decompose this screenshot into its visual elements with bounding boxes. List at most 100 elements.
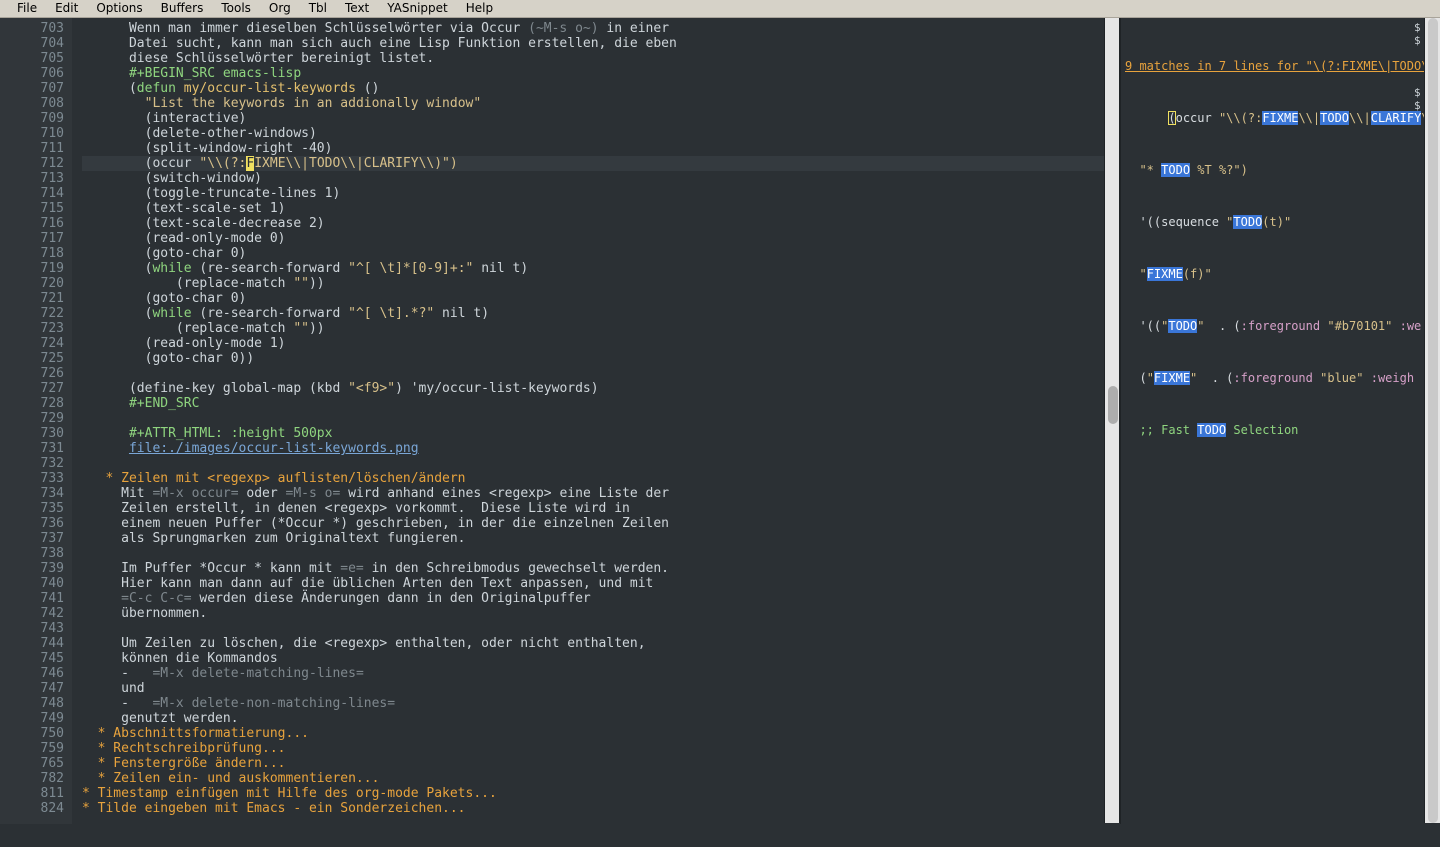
code-line[interactable]: file:./images/occur-list-keywords.png [82, 441, 1120, 456]
code-line[interactable]: * Fenstergröße ändern... [82, 756, 1120, 771]
code-line[interactable]: #+END_SRC [82, 396, 1120, 411]
line-number: 708 [0, 96, 64, 111]
code-line[interactable]: (goto-char 0)) [82, 351, 1120, 366]
code-line[interactable]: (read-only-mode 1) [82, 336, 1120, 351]
code-line[interactable]: (goto-char 0) [82, 246, 1120, 261]
code-line[interactable]: (read-only-mode 0) [82, 231, 1120, 246]
code-line[interactable] [82, 546, 1120, 561]
occur-match-line[interactable]: "FIXME(f)" [1125, 268, 1440, 281]
occur-match-line[interactable]: ("FIXME" . (:foreground "blue" :weigh [1125, 372, 1440, 385]
line-number: 748 [0, 696, 64, 711]
menu-item-org[interactable]: Org [260, 0, 300, 17]
line-number: 782 [0, 771, 64, 786]
line-number: 709 [0, 111, 64, 126]
code-line[interactable]: (defun my/occur-list-keywords () [82, 81, 1120, 96]
menu-item-tbl[interactable]: Tbl [300, 0, 336, 17]
line-number: 727 [0, 381, 64, 396]
occur-cursor: ( [1168, 111, 1175, 125]
code-line[interactable]: * Zeilen mit <regexp> auflisten/löschen/… [82, 471, 1120, 486]
line-number: 714 [0, 186, 64, 201]
occur-header-text: 9 matches in 7 lines for "\(?:FIXME\|TOD… [1125, 59, 1428, 73]
code-line[interactable]: und [82, 681, 1120, 696]
code-line[interactable]: (split-window-right -40) [82, 141, 1120, 156]
code-line[interactable]: diese Schlüsselwörter bereinigt listet. [82, 51, 1120, 66]
code-line[interactable]: (replace-match "")) [82, 276, 1120, 291]
code-line[interactable]: (occur "\\(?:FIXME\\|TODO\\|CLARIFY\\)") [82, 156, 1108, 171]
code-line[interactable] [82, 366, 1120, 381]
line-number: 707 [0, 81, 64, 96]
code-line[interactable]: (delete-other-windows) [82, 126, 1120, 141]
code-line[interactable] [82, 456, 1120, 471]
menu-item-tools[interactable]: Tools [212, 0, 260, 17]
occur-match-line[interactable]: (occur "\\(?:FIXME\\|TODO\\|CLARIFY\\ [1125, 112, 1440, 125]
line-number: 746 [0, 666, 64, 681]
line-number: 741 [0, 591, 64, 606]
line-number: 705 [0, 51, 64, 66]
line-number: 738 [0, 546, 64, 561]
code-line[interactable]: (define-key global-map (kbd "<f9>") 'my/… [82, 381, 1120, 396]
code-line[interactable]: Zeilen erstellt, in denen <regexp> vorko… [82, 501, 1120, 516]
menu-item-yasnippet[interactable]: YASnippet [378, 0, 457, 17]
line-number: 749 [0, 711, 64, 726]
scrollbar-main[interactable] [1104, 18, 1120, 823]
code-line[interactable]: (text-scale-decrease 2) [82, 216, 1120, 231]
code-line[interactable]: (goto-char 0) [82, 291, 1120, 306]
buffer-occur[interactable]: 9 matches in 7 lines for "\(?:FIXME\|TOD… [1121, 18, 1440, 829]
code-line[interactable]: Mit =M-x occur= oder =M-s o= wird anhand… [82, 486, 1120, 501]
code-line[interactable]: (interactive) [82, 111, 1120, 126]
code-text-area[interactable]: Wenn man immer dieselben Schlüsselwörter… [82, 18, 1120, 829]
code-line[interactable]: Im Puffer *Occur * kann mit =e= in den S… [82, 561, 1120, 576]
occur-match-line[interactable]: ;; Fast TODO Selection [1125, 424, 1440, 437]
code-line[interactable]: Um Zeilen zu löschen, die <regexp> entha… [82, 636, 1120, 651]
line-number: 735 [0, 501, 64, 516]
code-line[interactable]: * Abschnittsformatierung... [82, 726, 1120, 741]
line-number: 729 [0, 411, 64, 426]
menu-item-text[interactable]: Text [336, 0, 378, 17]
buffer-emacs-org[interactable]: 7037047057067077087097107117127137147157… [0, 18, 1120, 829]
code-line[interactable]: Datei sucht, kann man sich auch eine Lis… [82, 36, 1120, 51]
code-line[interactable]: - =M-x delete-matching-lines= [82, 666, 1120, 681]
scrollbar-main-thumb[interactable] [1108, 386, 1118, 424]
menu-item-options[interactable]: Options [87, 0, 151, 17]
code-line[interactable]: * Rechtschreibprüfung... [82, 741, 1120, 756]
menu-item-help[interactable]: Help [457, 0, 502, 17]
occur-match-line[interactable]: '(("TODO" . (:foreground "#b70101" :we [1125, 320, 1440, 333]
code-line[interactable]: (replace-match "")) [82, 321, 1120, 336]
occur-match-line[interactable]: "* TODO %T %?") [1125, 164, 1440, 177]
code-line[interactable]: einem neuen Puffer (*Occur *) geschriebe… [82, 516, 1120, 531]
code-line[interactable]: Wenn man immer dieselben Schlüsselwörter… [82, 21, 1120, 36]
menu-item-file[interactable]: File [8, 0, 46, 17]
echo-area[interactable] [0, 824, 1440, 847]
code-line[interactable] [82, 621, 1120, 636]
code-line[interactable]: * Timestamp einfügen mit Hilfe des org-m… [82, 786, 1120, 801]
scrollbar-occur[interactable] [1424, 18, 1440, 823]
code-line[interactable]: - =M-x delete-non-matching-lines= [82, 696, 1120, 711]
code-line[interactable]: Hier kann man dann auf die üblichen Arte… [82, 576, 1120, 591]
code-line[interactable]: * Tilde eingeben mit Emacs - ein Sonderz… [82, 801, 1120, 816]
code-line[interactable]: =C-c C-c= werden diese Änderungen dann i… [82, 591, 1120, 606]
line-number: 759 [0, 741, 64, 756]
code-line[interactable]: als Sprungmarken zum Originaltext fungie… [82, 531, 1120, 546]
code-line[interactable]: (while (re-search-forward "^[ \t]*[0-9]+… [82, 261, 1120, 276]
code-line[interactable]: (toggle-truncate-lines 1) [82, 186, 1120, 201]
occur-match-line[interactable]: '((sequence "TODO(t)" [1125, 216, 1440, 229]
line-number: 710 [0, 126, 64, 141]
menu-item-edit[interactable]: Edit [46, 0, 87, 17]
code-line[interactable]: * Zeilen ein- und auskommentieren... [82, 771, 1120, 786]
line-number: 737 [0, 531, 64, 546]
code-line[interactable]: (while (re-search-forward "^[ \t].*?" ni… [82, 306, 1120, 321]
code-line[interactable]: übernommen. [82, 606, 1120, 621]
line-number: 811 [0, 786, 64, 801]
code-line[interactable]: (switch-window) [82, 171, 1120, 186]
code-line[interactable] [82, 411, 1120, 426]
line-number: 745 [0, 651, 64, 666]
line-number: 734 [0, 486, 64, 501]
code-line[interactable]: genutzt werden. [82, 711, 1120, 726]
code-line[interactable]: (text-scale-set 1) [82, 201, 1120, 216]
code-line[interactable]: #+BEGIN_SRC emacs-lisp [82, 66, 1120, 81]
code-line[interactable]: #+ATTR_HTML: :height 500px [82, 426, 1120, 441]
scrollbar-occur-thumb[interactable] [1428, 18, 1438, 823]
code-line[interactable]: können die Kommandos [82, 651, 1120, 666]
menu-item-buffers[interactable]: Buffers [152, 0, 213, 17]
code-line[interactable]: "List the keywords in an addionally wind… [82, 96, 1120, 111]
